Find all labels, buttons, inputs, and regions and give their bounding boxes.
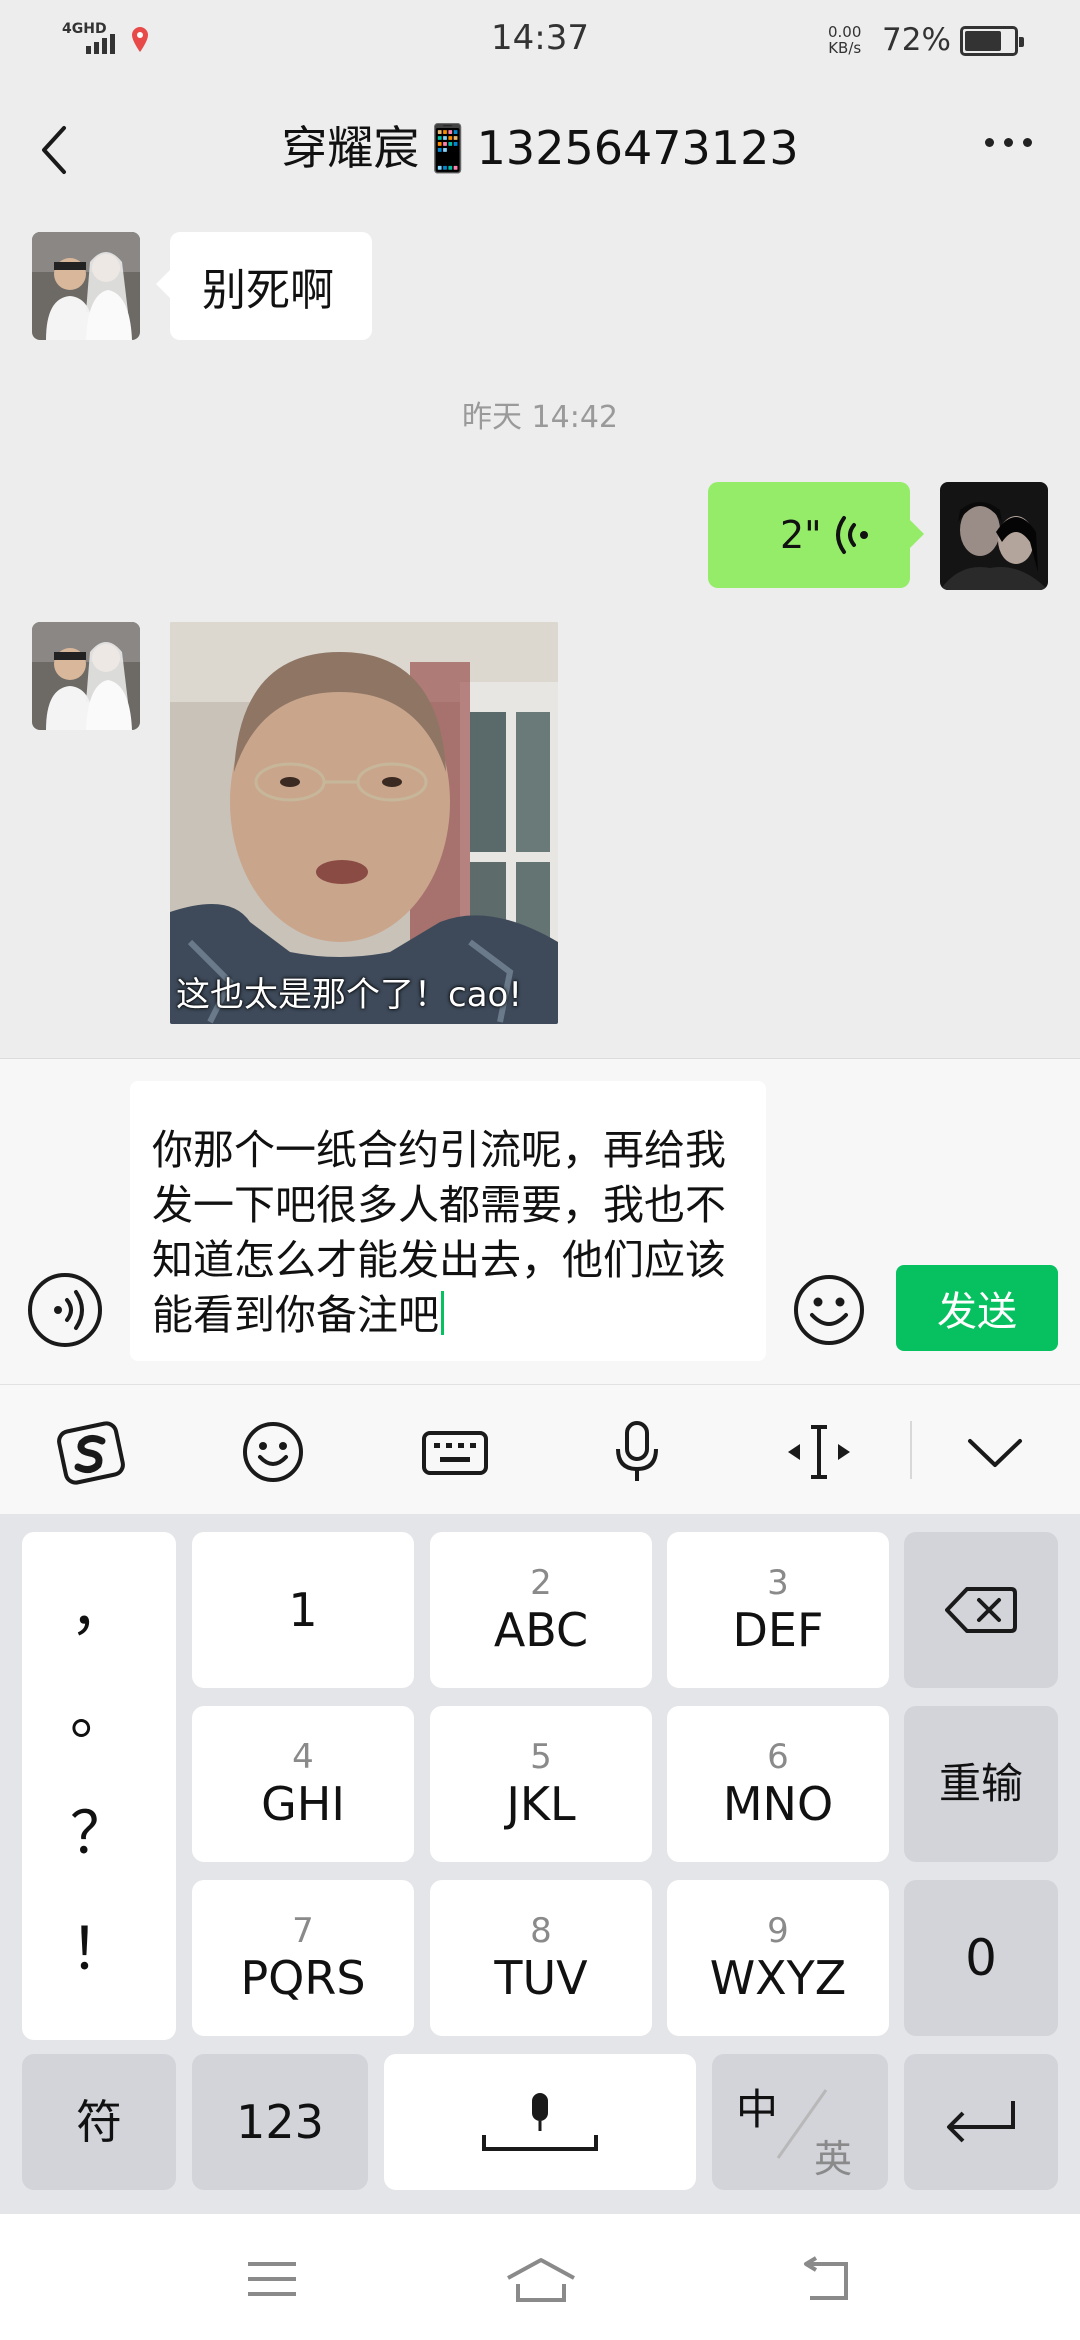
image-message[interactable]: 这也太是那个了！cao! [170,622,558,1024]
microphone-icon[interactable] [602,1417,672,1487]
battery-icon [960,26,1024,56]
message-timestamp: 昨天 14:42 [462,400,618,435]
enter-arrow-icon [947,2101,1015,2143]
system-nav-bar [0,2214,1080,2340]
key-4[interactable]: 4 GHI [192,1706,414,1862]
language-switch-key[interactable]: 中 英 [712,2054,888,2190]
cursor-move-icon[interactable] [784,1417,854,1487]
backspace-icon [945,1587,1017,1633]
key-5[interactable]: 5 JKL [430,1706,652,1862]
chat-title: 穿耀宸📱13256473123 [281,121,799,175]
numbers-key[interactable]: 123 [192,2054,368,2190]
contact-avatar[interactable] [32,622,140,730]
more-options-icon[interactable] [980,132,1050,162]
chat-header: 穿耀宸📱13256473123 [0,82,1080,212]
space-key[interactable] [384,2054,696,2190]
send-button[interactable]: 发送 [896,1265,1058,1351]
voice-message-bubble[interactable]: 2" [708,482,924,588]
battery-percent: 72% [882,22,951,58]
my-avatar[interactable] [940,482,1048,590]
collapse-chevron-icon[interactable] [960,1417,1030,1487]
voice-input-button[interactable] [28,1273,102,1347]
keyboard-icon[interactable] [420,1417,490,1487]
network-speed: 0.00 KB/s [828,23,862,57]
enter-key[interactable] [904,2054,1058,2190]
image-caption: 这也太是那个了！cao! [176,975,522,1015]
voice-wave-icon [836,516,868,554]
back-icon[interactable] [796,2254,856,2304]
text-cursor [441,1291,444,1335]
message-composer: 你那个一纸合约引流呢，再给我发一下吧很多人都需要，我也不知道怎么才能发出去，他们… [0,1058,1080,1384]
punct-period[interactable]: 。 [22,1666,176,1750]
emoji-icon[interactable] [792,1273,866,1347]
key-2[interactable]: 2 ABC [430,1532,652,1688]
contact-avatar[interactable] [32,232,140,340]
message-input-text: 你那个一纸合约引流呢，再给我发一下吧很多人都需要，我也不知道怎么才能发出去，他们… [152,1126,726,1339]
keyboard-toolbar [0,1384,1080,1514]
message-bubble-incoming[interactable]: 别死啊 [156,232,372,340]
key-8[interactable]: 8 TUV [430,1880,652,2036]
home-icon[interactable] [504,2254,578,2304]
voice-wave-icon [54,1290,84,1330]
message-input[interactable]: 你那个一纸合约引流呢，再给我发一下吧很多人都需要，我也不知道怎么才能发出去，他们… [130,1081,766,1361]
menu-icon[interactable] [242,2254,302,2304]
toolbar-divider [910,1421,912,1479]
key-0[interactable]: 0 [904,1880,1058,2036]
punct-question[interactable]: ？ [22,1786,176,1870]
key-1[interactable]: 1 [192,1532,414,1688]
key-7[interactable]: 7 PQRS [192,1880,414,2036]
key-6[interactable]: 6 MNO [667,1706,889,1862]
key-3[interactable]: 3 DEF [667,1532,889,1688]
punct-comma[interactable]: ， [22,1562,176,1646]
message-text: 别死啊 [202,265,334,316]
punctuation-column[interactable]: ， 。 ？ ！ [22,1532,176,2040]
punct-exclamation[interactable]: ！ [22,1902,176,1986]
retype-key[interactable]: 重输 [904,1706,1058,1862]
backspace-key[interactable] [904,1532,1058,1688]
symbols-key[interactable]: 符 [22,2054,176,2190]
space-mic-icon [482,2093,598,2151]
status-bar: 4GHD 14:37 0.00 KB/s 72% [0,0,1080,82]
t9-keyboard: ， 。 ？ ！ 1 2 ABC 3 DEF 4 GHI 5 JKL 6 MNO … [0,1514,1080,2214]
emoji-icon[interactable] [238,1417,308,1487]
key-9[interactable]: 9 WXYZ [667,1880,889,2036]
voice-duration: 2" [780,513,822,557]
sogou-logo-icon[interactable] [56,1417,126,1487]
